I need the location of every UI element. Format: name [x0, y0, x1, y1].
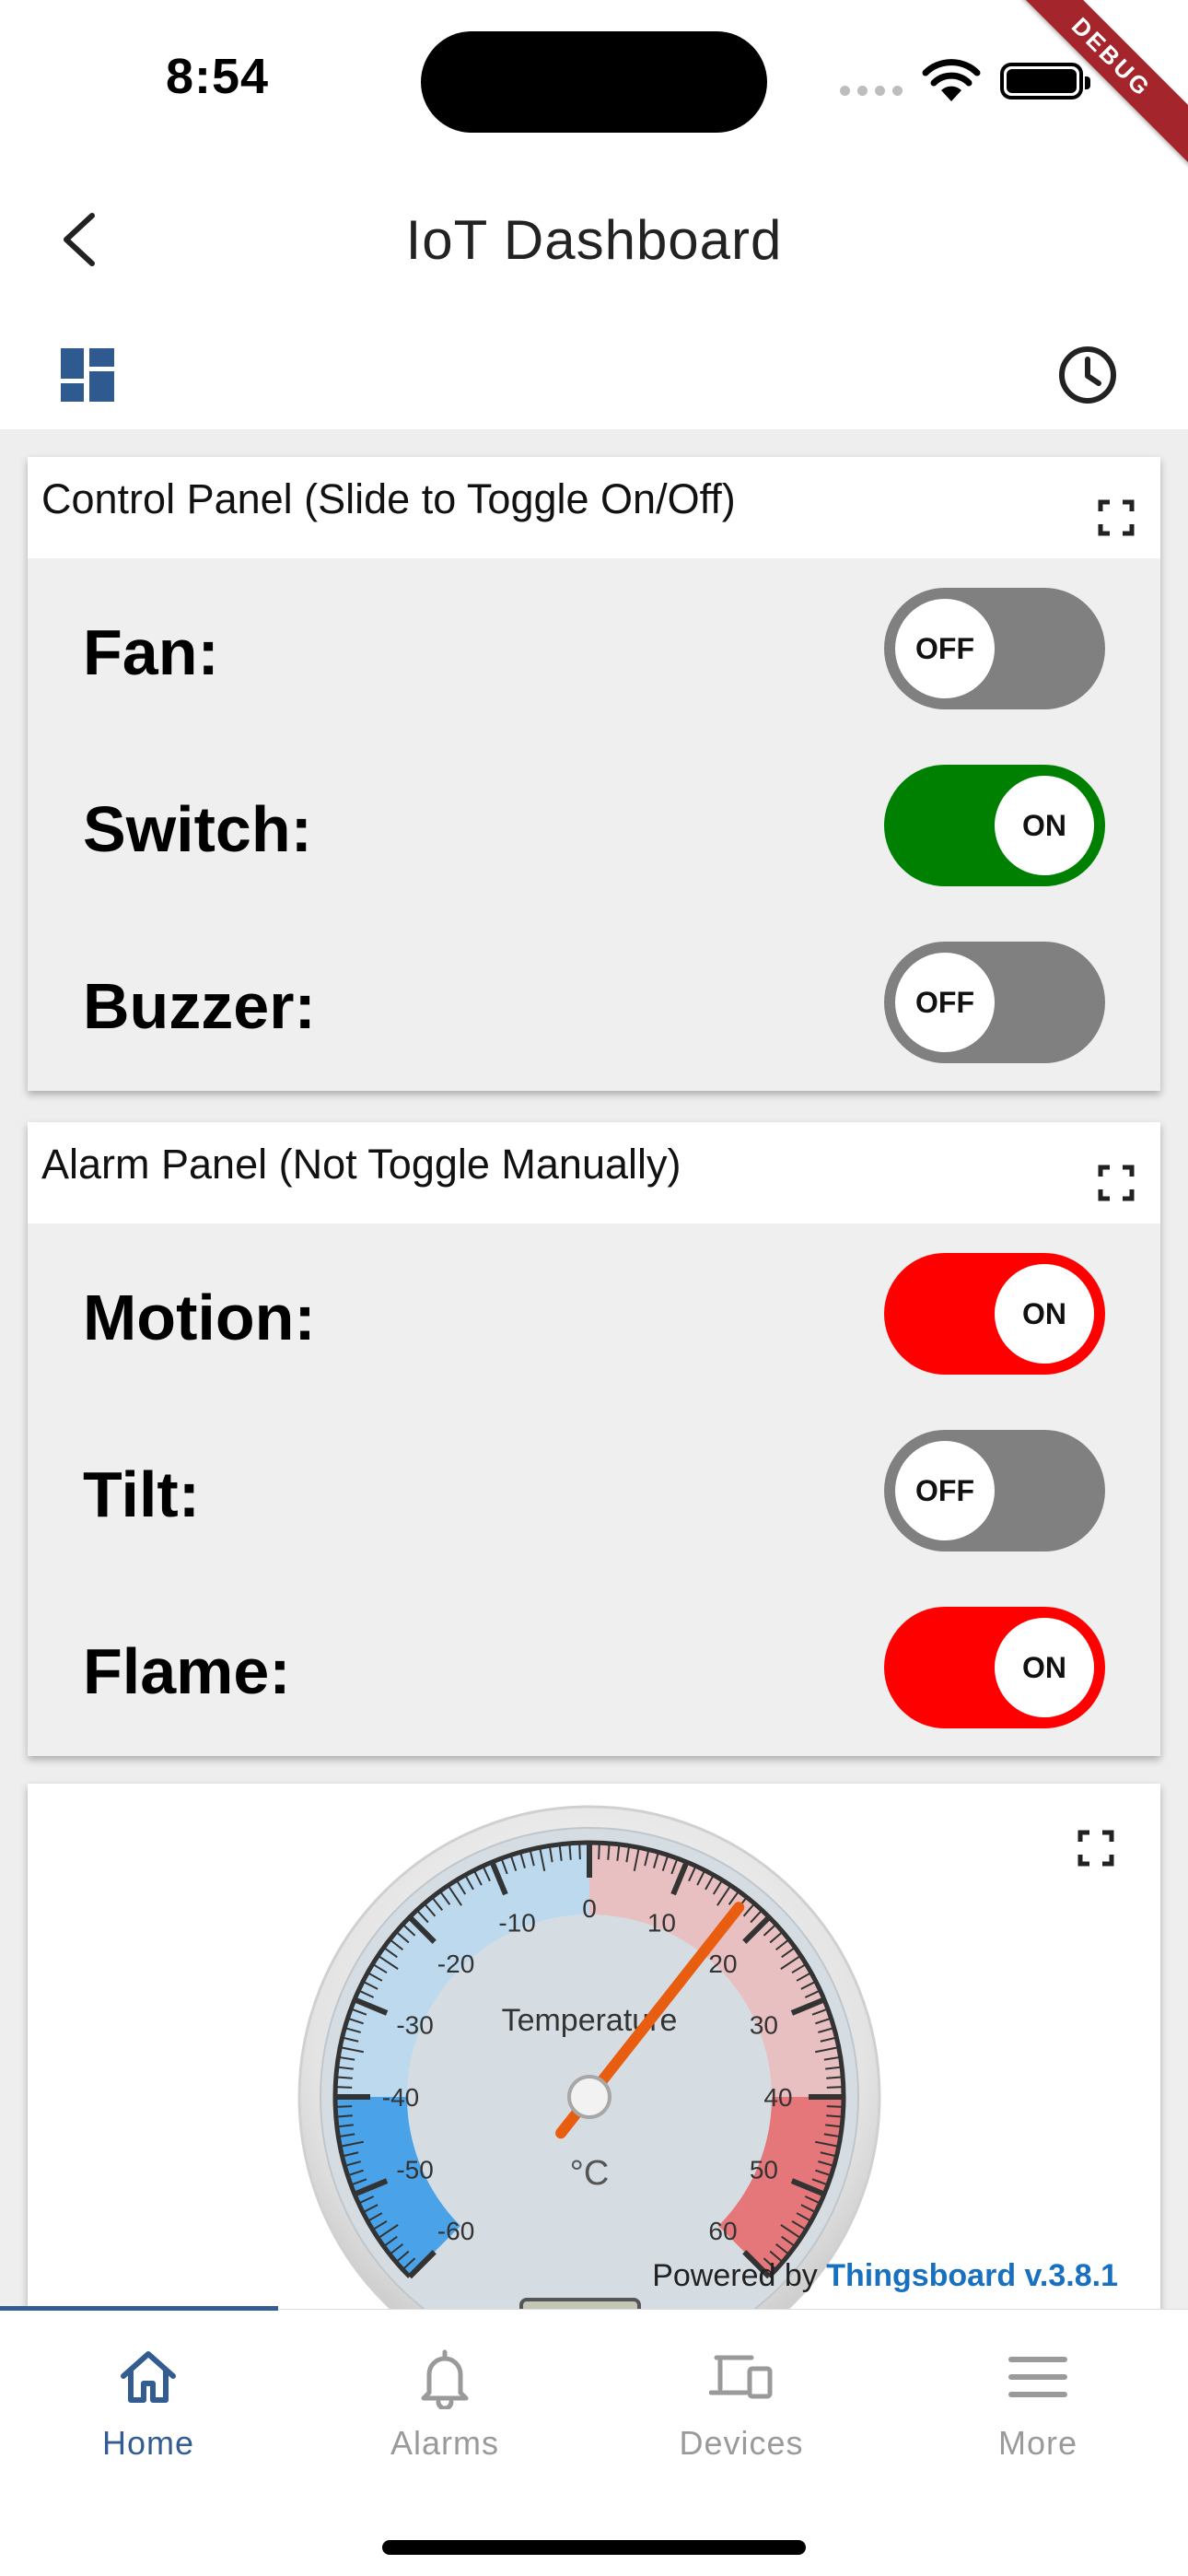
gauge-tick-label: -50 — [396, 2155, 433, 2184]
nav-devices[interactable]: Devices — [593, 2310, 890, 2494]
alarm-row-tilt: Tilt: OFF — [28, 1400, 1160, 1577]
toggle-state: ON — [995, 1618, 1094, 1717]
card-header: Control Panel (Slide to Toggle On/Off) — [28, 457, 1160, 558]
toggle-state: OFF — [895, 953, 995, 1052]
home-icon — [121, 2351, 176, 2403]
card-title: Control Panel (Slide to Toggle On/Off) — [41, 475, 736, 522]
tilt-alarm-indicator: OFF — [884, 1430, 1105, 1551]
buzzer-toggle[interactable]: OFF — [884, 942, 1105, 1063]
row-label: Fan: — [83, 616, 219, 688]
devices-icon — [709, 2355, 773, 2399]
gauge-minor-tick — [335, 2076, 353, 2079]
row-label: Tilt: — [83, 1458, 201, 1530]
card-header: Alarm Panel (Not Toggle Manually) — [28, 1122, 1160, 1224]
gauge-minor-tick — [826, 2086, 844, 2089]
thingsboard-link[interactable]: Thingsboard v.3.8.1 — [826, 2258, 1118, 2293]
gauge-tick-label: -10 — [498, 1909, 535, 1938]
nav-more[interactable]: More — [890, 2310, 1186, 2494]
debug-label: DEBUG — [1004, 0, 1188, 167]
nav-home[interactable]: Home — [0, 2310, 297, 2494]
control-row-fan: Fan: OFF — [28, 558, 1160, 735]
menu-icon — [1008, 2357, 1067, 2397]
alarm-row-flame: Flame: ON — [28, 1577, 1160, 1754]
nav-label: More — [997, 2424, 1078, 2462]
control-row-buzzer: Buzzer: OFF — [28, 912, 1160, 1089]
gauge-tick-label: -20 — [437, 1950, 474, 1978]
row-label: Motion: — [83, 1282, 316, 1353]
fullscreen-icon[interactable] — [1077, 1830, 1114, 1867]
dashboard-content[interactable]: Control Panel (Slide to Toggle On/Off) F… — [0, 429, 1188, 2309]
fan-toggle[interactable]: OFF — [884, 588, 1105, 709]
powered-by-prefix: Powered by — [652, 2258, 827, 2293]
alarm-panel-card: Alarm Panel (Not Toggle Manually) Motion… — [28, 1122, 1160, 1756]
nav-label: Devices — [679, 2424, 804, 2462]
toggle-state: OFF — [895, 599, 995, 698]
temperature-gauge-card: -60 -50 -40 -30 -20 -10 0 10 20 30 40 50 60 Temperat… — [28, 1784, 1160, 2309]
card-title: Alarm Panel (Not Toggle Manually) — [41, 1141, 681, 1188]
gauge-tick-label: 50 — [750, 2155, 778, 2184]
gauge-tick-label: -60 — [437, 2217, 474, 2245]
powered-by: Powered by Thingsboard v.3.8.1 — [652, 2258, 1118, 2294]
dynamic-island — [421, 31, 767, 133]
toggle-state: ON — [995, 1264, 1094, 1364]
cellular-signal-icon — [840, 81, 906, 96]
row-label: Flame: — [83, 1635, 291, 1707]
gauge-tick-label: 40 — [763, 2083, 792, 2112]
gauge-minor-tick — [826, 2105, 844, 2108]
debug-banner: DEBUG — [1004, 0, 1188, 184]
gauge-minor-tick — [826, 2076, 844, 2079]
motion-alarm-indicator: ON — [884, 1253, 1105, 1375]
fullscreen-icon[interactable] — [1098, 1165, 1135, 1201]
gauge-minor-tick — [335, 2114, 353, 2118]
control-panel-card: Control Panel (Slide to Toggle On/Off) F… — [28, 457, 1160, 1091]
gauge-minor-tick — [335, 2086, 353, 2089]
toggle-state: ON — [995, 776, 1094, 875]
app-bar: IoT Dashboard — [0, 175, 1188, 304]
gauge-minor-tick — [826, 2114, 844, 2118]
nav-alarms[interactable]: Alarms — [297, 2310, 593, 2494]
switch-toggle[interactable]: ON — [884, 765, 1105, 886]
nav-label: Alarms — [390, 2424, 499, 2462]
fullscreen-icon[interactable] — [1098, 499, 1135, 536]
status-time: 8:54 — [166, 49, 270, 104]
row-label: Buzzer: — [83, 970, 316, 1042]
bell-icon — [421, 2349, 469, 2409]
temperature-gauge: -60-50-40-30-20-100102030405060 Temperat… — [297, 1805, 881, 2309]
gauge-tick-label: 60 — [708, 2217, 737, 2245]
alarm-row-motion: Motion: ON — [28, 1224, 1160, 1400]
bottom-navigation: Home Alarms Devices More — [0, 2306, 1188, 2576]
dashboard-icon[interactable] — [61, 348, 114, 402]
gauge-unit: °C — [570, 2154, 610, 2193]
home-indicator — [382, 2540, 806, 2555]
toggle-state: OFF — [895, 1441, 995, 1540]
gauge-tick-label: -40 — [382, 2083, 419, 2112]
gauge-minor-tick — [598, 1843, 600, 1860]
nav-label: Home — [101, 2424, 195, 2462]
wifi-icon — [922, 59, 981, 101]
control-row-switch: Switch: ON — [28, 735, 1160, 912]
row-label: Switch: — [83, 793, 312, 865]
gauge-digital-readout — [519, 2298, 641, 2309]
flame-alarm-indicator: ON — [884, 1607, 1105, 1728]
gauge-tick-label: 0 — [582, 1894, 597, 1923]
gauge-tick-label: 20 — [708, 1950, 737, 1978]
gauge-tick-label: 10 — [647, 1909, 676, 1938]
dashboard-toolbar — [0, 322, 1188, 424]
gauge-minor-tick — [335, 2105, 353, 2108]
page-title: IoT Dashboard — [405, 209, 783, 271]
history-clock-icon[interactable] — [1057, 345, 1118, 405]
gauge-minor-tick — [568, 1843, 572, 1860]
gauge-minor-tick — [578, 1843, 581, 1860]
gauge-needle-hub — [567, 2075, 611, 2119]
gauge-tick-label: 30 — [750, 2011, 778, 2040]
gauge-tick-label: -30 — [396, 2011, 433, 2040]
gauge-minor-tick — [607, 1843, 611, 1860]
